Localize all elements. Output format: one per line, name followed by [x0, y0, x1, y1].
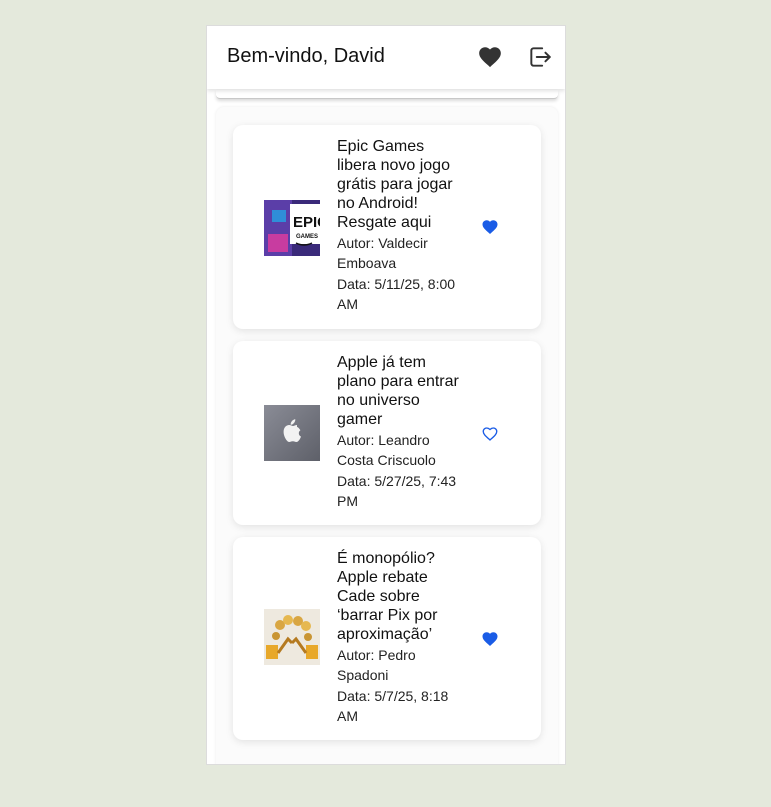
article-date: Data: 5/11/25, 8:00 AM	[337, 276, 456, 312]
article-title[interactable]: Apple já tem plano para entrar no univer…	[337, 353, 467, 429]
favorite-heart-outline-icon[interactable]	[481, 425, 501, 443]
article-author: Autor: Valdecir Emboava	[337, 235, 428, 271]
svg-text:GAMES: GAMES	[296, 234, 318, 240]
coins-thumbnail	[264, 609, 320, 665]
article-title[interactable]: Epic Games libera novo jogo grátis para …	[337, 137, 467, 232]
news-card[interactable]: EPIC GAMES Epic Games libera novo jogo g…	[233, 125, 541, 329]
article-date: Data: 5/27/25, 7:43 PM	[337, 473, 457, 509]
news-list: EPIC GAMES Epic Games libera novo jogo g…	[216, 107, 558, 764]
article-text: Apple já tem plano para entrar no univer…	[337, 353, 467, 511]
favorite-heart-filled-icon[interactable]	[481, 218, 501, 236]
favorite-heart-filled-icon[interactable]	[481, 630, 501, 648]
epic-games-thumbnail: EPIC GAMES	[264, 200, 320, 256]
svg-text:EPIC: EPIC	[293, 214, 320, 231]
greeting-text: Bem-vindo, David	[227, 45, 385, 67]
app-header: Bem-vindo, David	[207, 26, 565, 89]
article-title[interactable]: É monopólio? Apple rebate Cade sobre ‘ba…	[337, 549, 467, 644]
header-divider	[216, 90, 558, 99]
article-text: É monopólio? Apple rebate Cade sobre ‘ba…	[337, 549, 467, 726]
favorites-heart-icon[interactable]	[477, 44, 503, 70]
article-date: Data: 5/7/25, 8:18 AM	[337, 688, 449, 724]
app-screen: Bem-vindo, David EPI GAMES Epic Games li…	[206, 25, 566, 765]
apple-thumbnail	[264, 405, 320, 461]
article-text: Epic Games libera novo jogo grátis para …	[337, 137, 467, 314]
logout-icon[interactable]	[527, 44, 553, 70]
news-card[interactable]: Apple já tem plano para entrar no univer…	[233, 341, 541, 525]
article-author: Autor: Pedro Spadoni	[337, 647, 416, 683]
news-card[interactable]: É monopólio? Apple rebate Cade sobre ‘ba…	[233, 537, 541, 740]
article-author: Autor: Leandro Costa Criscuolo	[337, 432, 436, 468]
